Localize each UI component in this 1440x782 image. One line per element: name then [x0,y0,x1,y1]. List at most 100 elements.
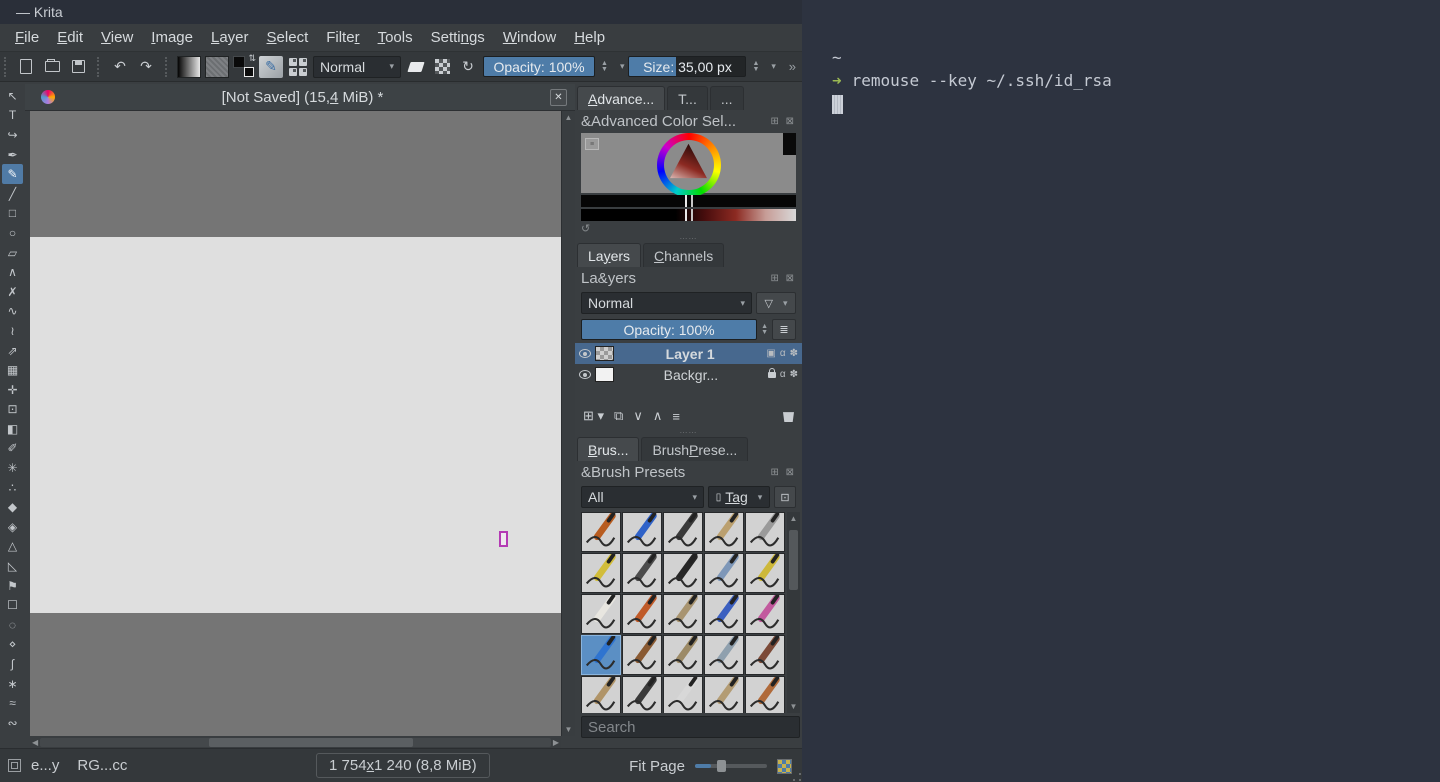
tool-polygon[interactable]: ▱ [2,243,23,263]
size-spinner[interactable]: ▲▼ [750,61,761,73]
layer-name[interactable]: Backgr... [618,367,764,383]
float-docker-icon[interactable]: ⊞ [770,467,780,478]
brush-preset-cell[interactable] [663,635,703,675]
undo-button[interactable]: ↶ [109,56,131,78]
document-close-button[interactable]: ✕ [550,89,567,106]
gradient-chooser[interactable] [177,56,201,78]
scroll-up-icon[interactable]: ▲ [565,113,573,122]
brush-search-input[interactable] [582,719,799,736]
color-history-bar[interactable] [581,195,796,207]
tool-select-shapes[interactable]: ↖ [2,86,23,106]
tool-fill[interactable]: ◆ [2,497,23,517]
layer-visibility-eye-icon[interactable] [579,370,591,379]
menu-window[interactable]: Window [494,26,565,49]
tool-similar-color-select[interactable]: ≈ [2,693,23,713]
eraser-mode-button[interactable] [405,56,427,78]
brush-preset-cell[interactable] [704,635,744,675]
layer-filter-button[interactable]: ▽ ▾ [756,292,796,314]
menu-layer[interactable]: Layer [202,26,258,49]
opacity-spinner[interactable]: ▲▼ [599,61,610,73]
tool-calligraphy[interactable]: ✒ [2,145,23,165]
tab-brushes[interactable]: Brus... [577,437,639,461]
close-docker-icon[interactable]: ⊠ [786,467,796,478]
canvas-only-icon[interactable] [777,759,792,774]
terminal-window[interactable]: ~ ➜remouse --key ~/.ssh/id_rsa [802,0,1440,782]
scroll-down-icon[interactable]: ▼ [790,702,798,711]
hue-ring[interactable] [657,133,721,197]
brush-grid-scrollbar[interactable]: ▲ ▼ [787,512,800,713]
close-docker-icon[interactable]: ⊠ [786,273,796,284]
tool-edit-shapes[interactable]: ↪ [2,125,23,145]
tool-measure[interactable]: ◺ [2,556,23,576]
brush-preset-cell[interactable] [745,635,785,675]
layer-blending-mode-dropdown[interactable]: Normal ▾ [581,292,752,314]
layer-properties-button[interactable]: ≡ [672,409,680,424]
layer-thumbnail[interactable] [595,346,614,361]
window-resize-grip[interactable] [793,773,801,781]
tool-enclose-fill[interactable]: ◈ [2,517,23,537]
tool-move[interactable]: ✛ [2,380,23,400]
brush-preset-cell[interactable] [663,553,703,593]
vertical-scrollbar[interactable]: ▲ ▼ [561,111,575,736]
tool-magic-wand-select[interactable]: ∗ [2,674,23,694]
brush-preset-cell[interactable] [704,594,744,634]
menu-settings[interactable]: Settings [422,26,494,49]
selection-mode-icon[interactable] [8,759,21,772]
scroll-left-icon[interactable]: ◀ [32,738,38,747]
close-docker-icon[interactable]: ⊠ [786,116,796,127]
toolbar-overflow-button[interactable]: » [789,59,796,74]
brush-size-slider[interactable]: Size: 35,00 px [628,56,746,77]
tool-polyline[interactable]: ∧ [2,262,23,282]
tool-color-sampler[interactable]: ✐ [2,439,23,459]
fg-bg-color-chooser[interactable]: ⇅ [233,56,255,78]
canvas-document[interactable] [30,237,561,613]
move-layer-down-button[interactable]: ∨ [633,408,643,424]
hscroll-thumb[interactable] [209,738,413,747]
brush-preset-cell[interactable] [581,676,621,713]
tool-transform[interactable]: ▦ [2,360,23,380]
tool-reference-images[interactable]: ⚑ [2,576,23,596]
tool-bezier-curve[interactable]: ✗ [2,282,23,302]
choose-brush-preset-button[interactable] [287,56,309,78]
brush-preset-cell[interactable] [663,512,703,552]
tool-polygon-select[interactable]: ⋄ [2,635,23,655]
open-document-button[interactable] [41,56,63,78]
menu-select[interactable]: Select [258,26,318,49]
size-options-arrow[interactable]: ▾ [771,61,776,72]
brush-preset-cell[interactable] [745,512,785,552]
zoom-slider-handle[interactable] [717,760,726,772]
docker-tab-more[interactable]: ... [710,86,744,110]
menu-filter[interactable]: Filter [317,26,368,49]
brush-preset-cell[interactable] [622,635,662,675]
brush-preset-cell[interactable] [581,512,621,552]
duplicate-layer-button[interactable]: ⧉ [614,408,623,424]
float-docker-icon[interactable]: ⊞ [770,273,780,284]
tool-ellipse-select[interactable]: ◌ [2,615,23,635]
layer-thumbnail[interactable] [595,367,614,382]
opacity-options-arrow[interactable]: ▾ [620,61,625,72]
canvas-viewport[interactable] [30,111,561,736]
reload-preset-button[interactable]: ↻ [457,56,479,78]
tag-button[interactable]: ▯ Tag ▾ [708,486,770,508]
brush-preset-cell[interactable] [581,553,621,593]
advanced-color-selector[interactable]: ≡ [581,133,796,193]
menu-edit[interactable]: Edit [48,26,92,49]
layer-flag-icon[interactable]: ✽ [790,369,798,380]
alpha-icon[interactable]: α [780,348,786,359]
layer-visibility-eye-icon[interactable] [579,349,591,358]
delete-layer-button[interactable] [783,410,794,422]
tool-freehand-path[interactable]: ∿ [2,302,23,322]
tool-crop[interactable]: ⊡ [2,400,23,420]
color-selector-menu-icon[interactable]: ≡ [585,138,599,150]
redo-button[interactable]: ↷ [135,56,157,78]
docker-tab-advanced-color-selector[interactable]: Advance... [577,86,665,110]
brush-preset-cell[interactable] [745,594,785,634]
document-tab-title[interactable]: [Not Saved] (15,4 MiB) * [55,89,550,106]
alpha-icon[interactable]: α [780,369,786,380]
scroll-down-icon[interactable]: ▼ [565,725,573,734]
layer-row[interactable]: Layer 1▣α✽ [575,343,802,364]
preserve-alpha-button[interactable] [431,56,453,78]
add-layer-button[interactable]: ⊞ ▾ [583,408,604,424]
tool-ellipse[interactable]: ○ [2,223,23,243]
menu-tools[interactable]: Tools [369,26,422,49]
